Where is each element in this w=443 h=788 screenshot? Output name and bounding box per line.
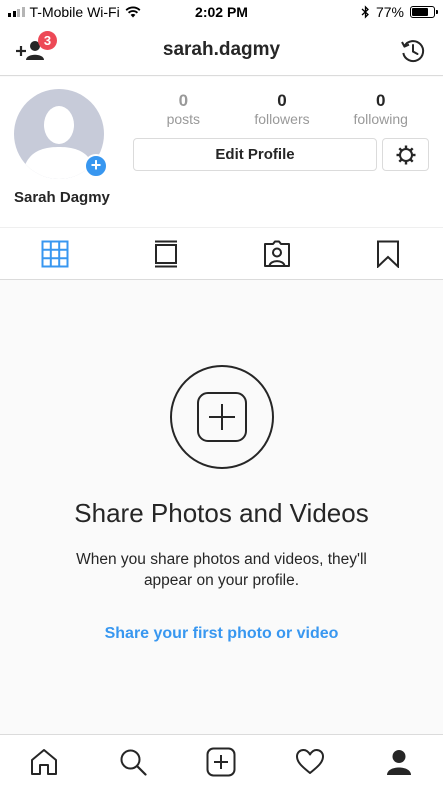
nav-home[interactable] bbox=[0, 735, 89, 788]
options-button[interactable] bbox=[382, 138, 429, 171]
share-first-photo-link[interactable]: Share your first photo or video bbox=[0, 625, 443, 643]
tab-feed[interactable] bbox=[111, 228, 222, 279]
profile-name: Sarah Dagmy bbox=[14, 189, 110, 206]
archive-history-icon bbox=[401, 40, 425, 63]
page-title: sarah.dagmy bbox=[162, 39, 281, 60]
grid-icon bbox=[41, 240, 69, 267]
stat-value: 0 bbox=[178, 91, 189, 110]
tab-grid[interactable] bbox=[0, 228, 111, 279]
battery-icon bbox=[410, 6, 438, 18]
profile-section: + 0 posts 0 followers 0 following Edit P… bbox=[0, 77, 443, 227]
edit-profile-button[interactable]: Edit Profile bbox=[133, 138, 377, 171]
nav-search[interactable] bbox=[89, 735, 178, 788]
feed-icon bbox=[155, 240, 178, 267]
profile-stats: 0 posts 0 followers 0 following bbox=[134, 91, 430, 128]
empty-state: Share Photos and Videos When you share p… bbox=[0, 280, 443, 734]
archive-button[interactable] bbox=[399, 37, 427, 65]
tab-saved[interactable] bbox=[332, 228, 443, 279]
stat-label: following bbox=[353, 111, 408, 127]
bluetooth-icon bbox=[361, 5, 369, 19]
empty-state-subtitle: When you share photos and videos, they'l… bbox=[76, 551, 367, 589]
empty-state-title: Share Photos and Videos bbox=[74, 498, 369, 528]
home-icon bbox=[31, 748, 58, 775]
profile-tabs bbox=[0, 227, 443, 280]
tab-tagged[interactable] bbox=[222, 228, 333, 279]
stat-followers[interactable]: 0 followers bbox=[233, 91, 332, 128]
stat-value: 0 bbox=[277, 91, 287, 110]
stat-label: posts bbox=[166, 111, 201, 127]
battery-percent: 77% bbox=[375, 4, 404, 20]
new-post-icon bbox=[206, 747, 236, 776]
stat-value: 0 bbox=[375, 91, 386, 110]
status-right: 77% bbox=[361, 4, 438, 20]
share-photo-button[interactable] bbox=[170, 365, 274, 469]
status-bar: T-Mobile Wi-Fi 2:02 PM 77% bbox=[0, 0, 443, 26]
nav-activity[interactable] bbox=[266, 735, 355, 788]
add-profile-photo-button[interactable]: + bbox=[84, 154, 108, 178]
gear-icon bbox=[396, 145, 415, 164]
stat-label: followers bbox=[254, 111, 310, 127]
activity-heart-icon bbox=[296, 748, 325, 774]
nav-profile[interactable] bbox=[354, 735, 443, 788]
saved-icon bbox=[376, 240, 399, 268]
tagged-icon bbox=[263, 240, 290, 267]
instagram-profile-screen: T-Mobile Wi-Fi 2:02 PM 77% 3 sarah.dagmy… bbox=[0, 0, 443, 788]
nav-new-post[interactable] bbox=[177, 735, 266, 788]
bottom-nav bbox=[0, 734, 443, 788]
stat-posts[interactable]: 0 posts bbox=[134, 91, 233, 128]
search-icon bbox=[120, 749, 147, 776]
profile-header: 3 sarah.dagmy bbox=[0, 26, 443, 76]
new-post-icon bbox=[197, 392, 247, 442]
profile-icon bbox=[386, 749, 411, 775]
stat-following[interactable]: 0 following bbox=[331, 91, 430, 128]
